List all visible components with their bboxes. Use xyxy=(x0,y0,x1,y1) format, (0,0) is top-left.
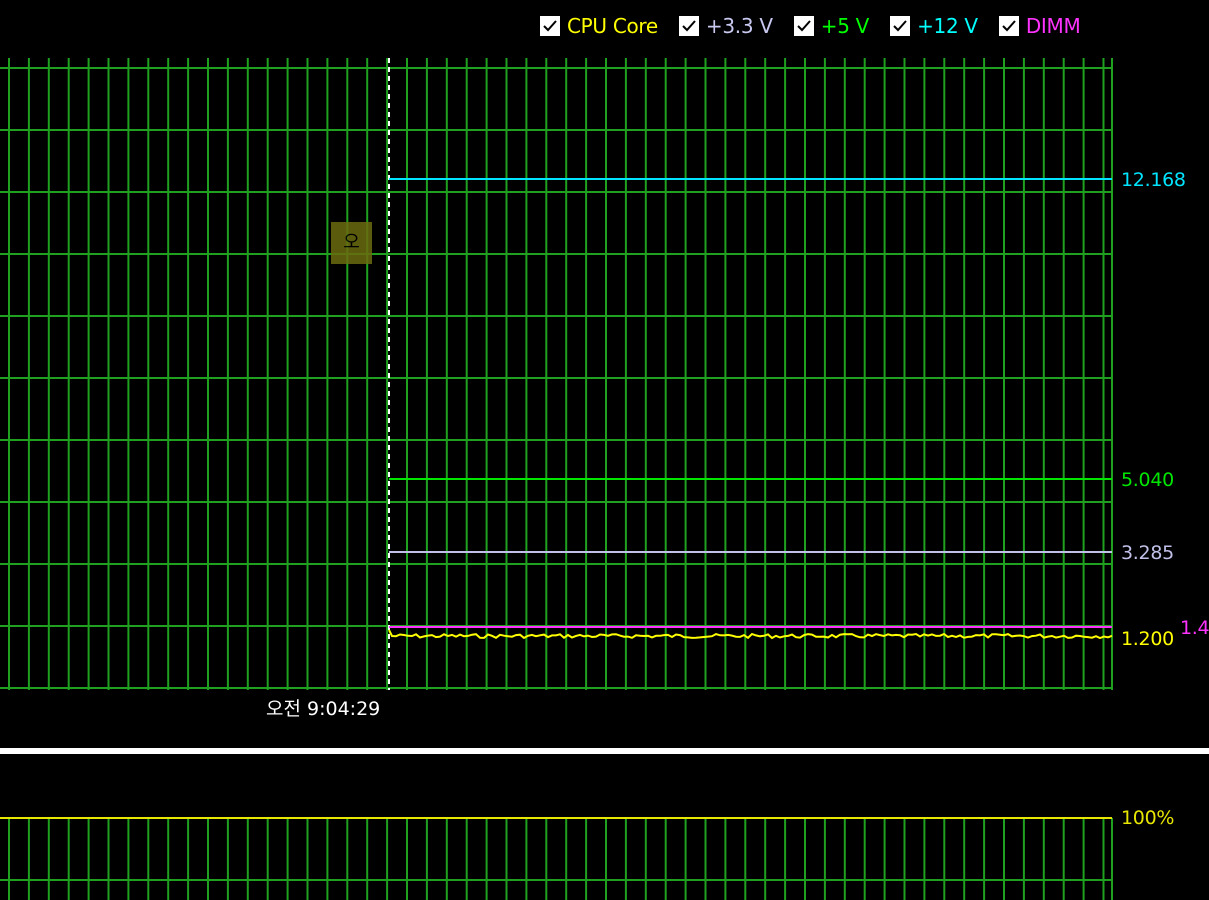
legend-label-dimm: DIMM xyxy=(1025,14,1081,38)
value-5v: 5.040 xyxy=(1121,469,1174,491)
checkbox-dimm[interactable] xyxy=(998,16,1019,36)
checkbox-12v[interactable] xyxy=(890,16,911,36)
value-12v: 12.168 xyxy=(1121,169,1186,191)
time-period: 오전 xyxy=(266,698,301,720)
time-clock: 9:04:29 xyxy=(307,698,381,720)
checkbox-cpu-core[interactable] xyxy=(540,16,560,36)
legend-item-12v[interactable]: +12 V xyxy=(890,14,978,38)
check-icon xyxy=(1002,20,1016,32)
value-dimm: 1.4 xyxy=(1180,617,1209,639)
value-cpu-core: 1.200 xyxy=(1121,628,1174,650)
time-label: 오전 9:04:29 xyxy=(266,697,380,721)
legend-label-5v: +5 V xyxy=(820,14,870,38)
check-icon xyxy=(682,20,696,32)
legend-label-cpu-core: CPU Core xyxy=(567,14,658,38)
check-icon xyxy=(893,20,907,32)
lower-grid xyxy=(0,818,1113,900)
checkbox-5v[interactable] xyxy=(793,16,814,36)
tooltip-remnant: 오 xyxy=(331,222,372,264)
legend-item-5v[interactable]: +5 V xyxy=(793,14,870,38)
value-lower-percent: 100% xyxy=(1121,807,1175,829)
legend-item-3v3[interactable]: +3.3 V xyxy=(678,14,773,38)
legend: CPU Core +3.3 V +5 V +12 V DIMM xyxy=(540,12,1101,40)
voltage-graph xyxy=(0,58,1209,900)
value-3v3: 3.285 xyxy=(1121,542,1174,564)
checkbox-3v3[interactable] xyxy=(678,16,699,36)
legend-label-12v: +12 V xyxy=(917,14,978,38)
check-icon xyxy=(543,20,557,32)
legend-item-cpu-core[interactable]: CPU Core xyxy=(540,14,658,38)
legend-label-3v3: +3.3 V xyxy=(705,14,773,38)
section-divider xyxy=(0,748,1209,754)
upper-grid xyxy=(0,58,1113,690)
legend-item-dimm[interactable]: DIMM xyxy=(998,14,1081,38)
check-icon xyxy=(797,20,811,32)
